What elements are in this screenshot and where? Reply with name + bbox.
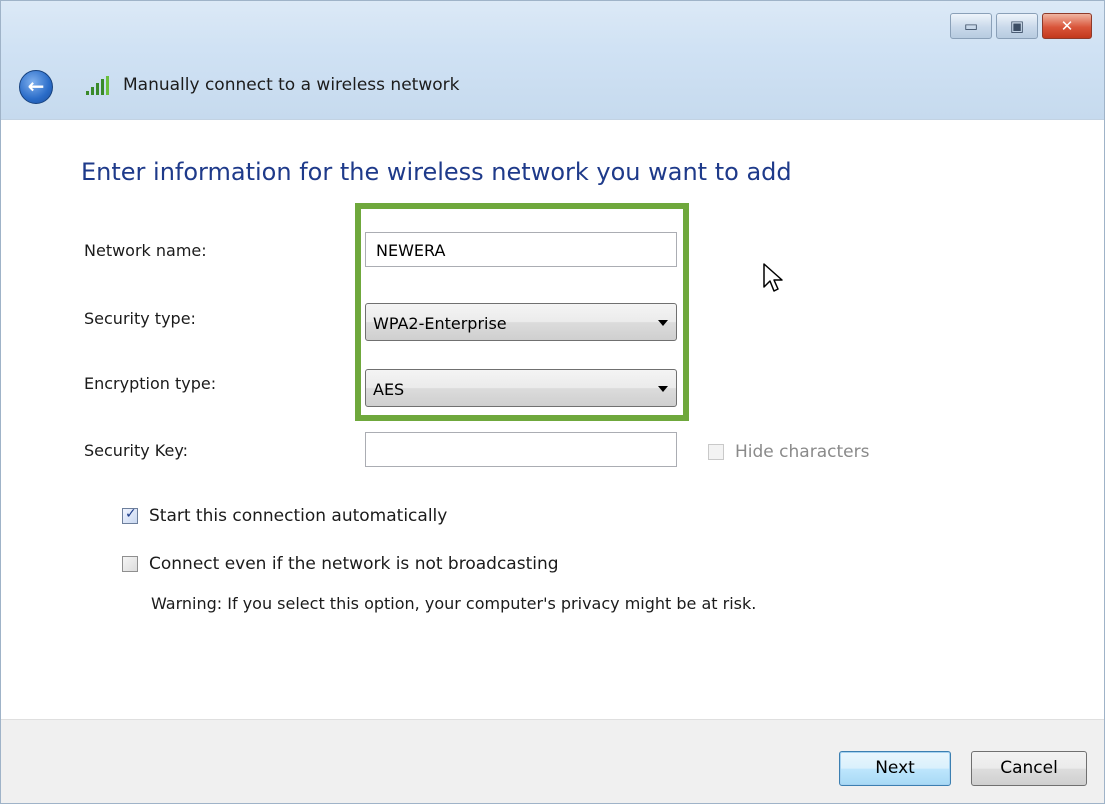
- checkmark-icon: ✓: [125, 506, 137, 522]
- security-key-label: Security Key:: [84, 441, 189, 460]
- cancel-button[interactable]: Cancel: [971, 751, 1087, 786]
- maximize-icon: ▣: [1009, 17, 1025, 35]
- mouse-pointer-icon: [763, 263, 783, 292]
- connect-not-broadcasting-checkbox[interactable]: [122, 556, 138, 572]
- security-type-label: Security type:: [84, 309, 196, 328]
- connect-not-broadcasting-label: Connect even if the network is not broad…: [149, 554, 559, 574]
- wireless-signal-icon: [86, 76, 109, 95]
- caption-buttons: ▭ ▣ ✕: [946, 13, 1092, 39]
- minimize-button[interactable]: ▭: [950, 13, 992, 39]
- footer-bar: Next Cancel: [1, 719, 1104, 803]
- start-automatically-checkbox[interactable]: ✓: [122, 506, 138, 524]
- maximize-button[interactable]: ▣: [996, 13, 1038, 39]
- back-button[interactable]: ←: [19, 70, 53, 104]
- security-key-input[interactable]: [365, 432, 677, 467]
- page-heading: Enter information for the wireless netwo…: [81, 158, 792, 186]
- window-title: Manually connect to a wireless network: [123, 75, 460, 95]
- start-automatically-label: Start this connection automatically: [149, 506, 448, 526]
- back-arrow-icon: ←: [27, 74, 45, 98]
- minimize-icon: ▭: [963, 17, 979, 35]
- title-bar: ▭ ▣ ✕ ← Manually connect to a wireless n…: [1, 1, 1104, 120]
- hide-characters-label: Hide characters: [735, 442, 870, 462]
- privacy-warning-text: Warning: If you select this option, your…: [151, 594, 757, 613]
- highlight-box: [355, 203, 689, 421]
- network-name-label: Network name:: [84, 241, 207, 260]
- close-icon: ✕: [1060, 17, 1074, 35]
- hide-characters-checkbox[interactable]: [708, 444, 724, 460]
- next-button[interactable]: Next: [839, 751, 951, 786]
- dialog-window: ▭ ▣ ✕ ← Manually connect to a wireless n…: [0, 0, 1105, 804]
- close-button[interactable]: ✕: [1042, 13, 1092, 39]
- content-area: Enter information for the wireless netwo…: [1, 120, 1104, 719]
- encryption-type-label: Encryption type:: [84, 374, 217, 393]
